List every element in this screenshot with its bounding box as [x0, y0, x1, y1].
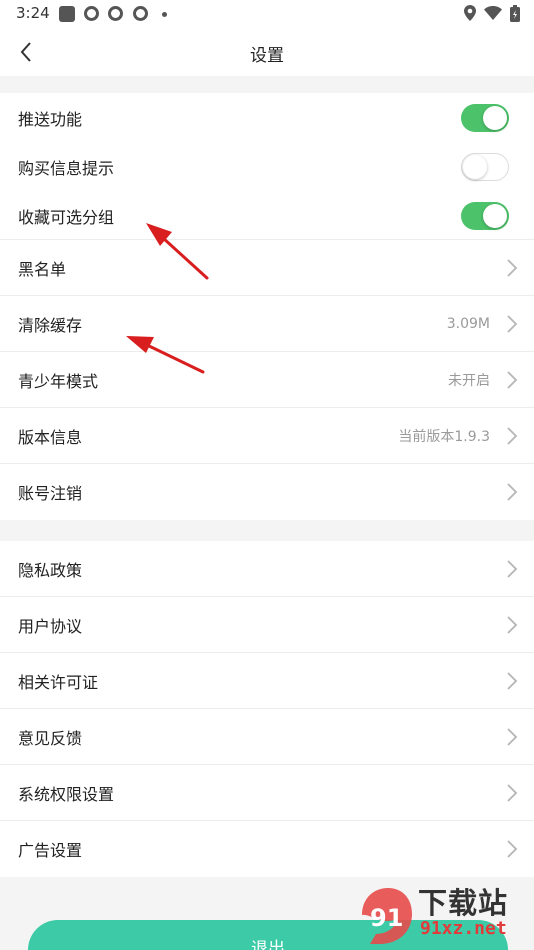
more-notifications-dot-icon	[162, 12, 167, 17]
push-toggle[interactable]	[461, 103, 509, 132]
push-toggle-row: 推送功能	[0, 93, 534, 142]
settings-item-user-agreement[interactable]: 用户协议	[0, 597, 534, 653]
version-value: 当前版本1.9.3	[398, 429, 490, 445]
location-icon	[464, 5, 476, 21]
notification-pinwheel-icon	[84, 6, 99, 21]
status-time: 3:24	[16, 4, 50, 22]
settings-card-legal: 隐私政策 用户协议 相关许可证 意见反馈 系统权限设置 广告设置	[0, 541, 534, 877]
notification-pinwheel-icon	[133, 6, 148, 21]
settings-item-permissions[interactable]: 系统权限设置	[0, 765, 534, 821]
row-label: 购买信息提示	[18, 158, 115, 178]
settings-item-licenses[interactable]: 相关许可证	[0, 653, 534, 709]
settings-item-version[interactable]: 版本信息 当前版本1.9.3	[0, 408, 534, 464]
toggle-knob	[463, 154, 487, 179]
chevron-right-icon	[507, 784, 518, 802]
page-title: 设置	[250, 46, 284, 66]
row-label: 账号注销	[18, 484, 83, 503]
row-label: 广告设置	[18, 841, 83, 860]
row-label: 用户协议	[18, 617, 83, 636]
settings-item-account-cancel[interactable]: 账号注销	[0, 464, 534, 520]
wifi-icon	[484, 6, 502, 20]
chevron-right-icon	[507, 616, 518, 634]
row-label: 清除缓存	[18, 316, 83, 335]
system-icons	[464, 4, 520, 22]
chevron-right-icon	[507, 483, 518, 501]
row-label: 系统权限设置	[18, 785, 115, 804]
settings-item-privacy[interactable]: 隐私政策	[0, 541, 534, 597]
cache-size-value: 3.09M	[446, 316, 490, 332]
chevron-right-icon	[507, 840, 518, 858]
toggle-knob	[483, 105, 507, 130]
notification-pinwheel-icon	[108, 6, 123, 21]
row-label: 隐私政策	[18, 561, 83, 580]
chevron-right-icon	[507, 259, 518, 277]
purchase-toggle-row: 购买信息提示	[0, 142, 534, 191]
chevron-right-icon	[507, 315, 518, 333]
chevron-right-icon	[507, 672, 518, 690]
watermark-logo-text: 91	[370, 904, 403, 932]
watermark-logo-icon: 91	[362, 888, 412, 944]
purchase-info-toggle[interactable]	[461, 152, 509, 181]
battery-icon	[510, 4, 520, 22]
chevron-right-icon	[507, 427, 518, 445]
row-label: 黑名单	[18, 260, 67, 279]
row-label: 相关许可证	[18, 673, 99, 692]
chevron-right-icon	[507, 560, 518, 578]
notification-square-icon	[59, 6, 75, 22]
toggle-knob	[483, 203, 507, 228]
row-label: 收藏可选分组	[18, 207, 115, 227]
row-label: 青少年模式	[18, 372, 99, 391]
settings-card-main: 推送功能 购买信息提示 收藏可选分组 黑名单 清除缓存 3.09M 青少年模式 …	[0, 93, 534, 520]
chevron-right-icon	[507, 728, 518, 746]
settings-item-clear-cache[interactable]: 清除缓存 3.09M	[0, 296, 534, 352]
top-bar: 设置	[0, 28, 534, 76]
site-watermark: 91 下载站 91xz.net	[352, 880, 528, 948]
youth-mode-value: 未开启	[448, 373, 490, 389]
watermark-title: 下载站	[418, 886, 509, 920]
settings-item-ads[interactable]: 广告设置	[0, 821, 534, 877]
settings-item-feedback[interactable]: 意见反馈	[0, 709, 534, 765]
favorite-group-toggle-row: 收藏可选分组	[0, 191, 534, 240]
row-label: 版本信息	[18, 428, 83, 447]
favorite-group-toggle[interactable]	[461, 201, 509, 230]
row-label: 意见反馈	[18, 729, 83, 748]
watermark-url: 91xz.net	[420, 918, 507, 939]
chevron-right-icon	[507, 371, 518, 389]
row-label: 推送功能	[18, 109, 83, 129]
settings-item-blacklist[interactable]: 黑名单	[0, 240, 534, 296]
status-bar: 3:24	[0, 0, 534, 28]
settings-item-youth-mode[interactable]: 青少年模式 未开启	[0, 352, 534, 408]
